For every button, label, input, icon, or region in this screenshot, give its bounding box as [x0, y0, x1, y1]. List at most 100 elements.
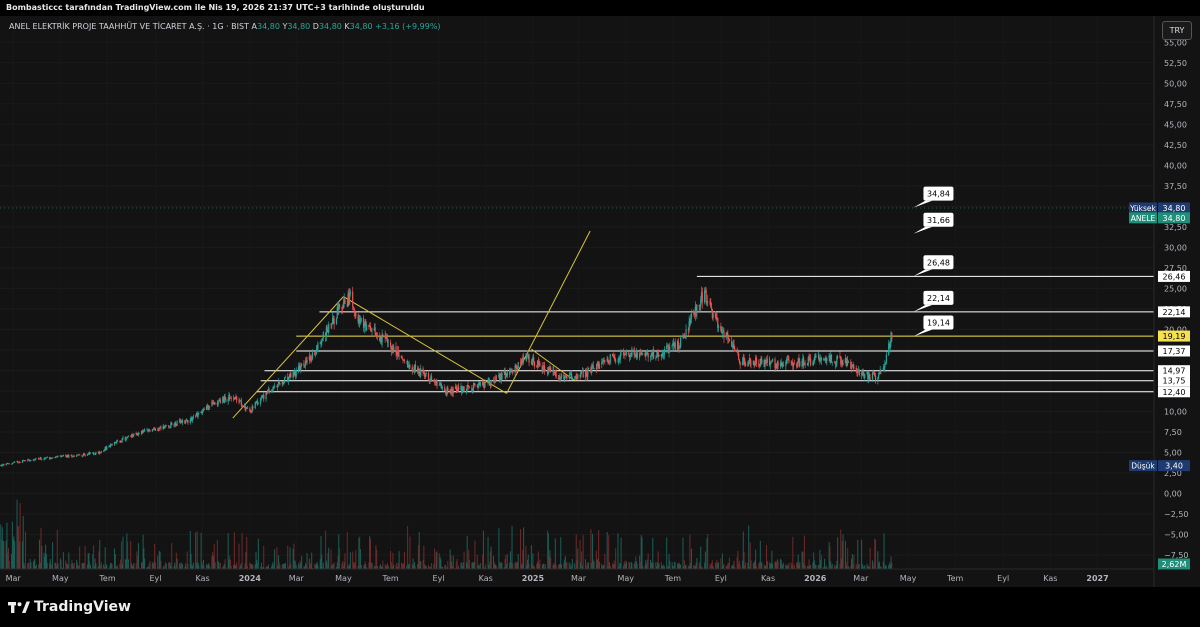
candle-body — [133, 433, 135, 436]
volume-bar — [57, 563, 59, 569]
candle-body — [229, 395, 231, 399]
candle-body — [189, 420, 191, 423]
candle-body — [839, 356, 841, 358]
candle-body — [771, 360, 773, 362]
candle-body — [11, 463, 13, 464]
candle-body — [738, 353, 740, 360]
candles — [0, 286, 893, 467]
candle-body — [813, 361, 815, 363]
candle-body — [73, 455, 75, 457]
candle-body — [271, 389, 273, 391]
time-tick-label: 2025 — [522, 574, 545, 583]
volume-bar — [674, 562, 676, 569]
candle-body — [587, 369, 589, 377]
price-tick-label: −5,00 — [1164, 531, 1189, 540]
candle-body — [565, 375, 567, 377]
currency-button[interactable]: TRY — [1162, 21, 1192, 40]
candle-body — [434, 379, 436, 383]
candle-body — [544, 370, 546, 372]
candle-body — [315, 349, 317, 354]
volume-bar — [407, 526, 409, 569]
candle-body — [236, 396, 238, 401]
candle-body — [322, 332, 324, 339]
volume-bar — [137, 543, 139, 569]
candle-body — [645, 355, 647, 357]
volume-bar — [474, 540, 476, 569]
volume-bar — [346, 531, 348, 569]
time-axis: Mar May Tem Eyl Kas 2024 Mar May Tem Eyl Kas 2025 Ma… — [6, 574, 1109, 583]
candle-body — [568, 375, 570, 379]
candle-body — [24, 460, 27, 462]
candle-body — [447, 387, 449, 392]
candle-body — [690, 318, 692, 323]
volume-bar — [528, 563, 530, 569]
candle-body — [342, 302, 345, 309]
volume-bar — [100, 562, 102, 569]
candle-body — [593, 368, 595, 369]
candle-body — [83, 453, 85, 455]
candle-body — [580, 370, 582, 377]
price-tick-label: 5,00 — [1164, 448, 1182, 457]
volume-bar — [690, 548, 692, 569]
candle-body — [553, 370, 555, 372]
candle-body — [468, 385, 470, 388]
candle-body — [861, 372, 863, 376]
candle-body — [463, 386, 465, 392]
candle-body — [386, 338, 389, 343]
candle-body — [494, 380, 496, 382]
candle-body — [639, 353, 641, 358]
candle-body — [609, 353, 611, 363]
level-value: 26,46 — [1163, 272, 1186, 281]
candle-body — [543, 365, 546, 371]
candle-body — [582, 370, 584, 378]
high-value: 34,80 — [287, 22, 311, 31]
candle-body — [873, 373, 875, 375]
volume-bar — [653, 562, 655, 569]
volume-bar — [517, 553, 519, 569]
candle-body — [671, 345, 673, 347]
volume-bar — [238, 543, 240, 569]
volume-bar — [487, 536, 489, 569]
volume-bar — [511, 525, 513, 569]
volume-bar — [431, 562, 433, 569]
candle-body — [566, 376, 568, 379]
candle-body — [30, 459, 32, 461]
volume-bar — [728, 557, 730, 569]
price-chart[interactable]: 34,8431,6626,4822,1419,14 55,0052,5050,0… — [0, 0, 1200, 627]
candle-body — [666, 345, 669, 347]
candle-body — [326, 326, 328, 331]
candle-body — [592, 365, 594, 369]
candle-body — [62, 455, 65, 456]
candle-body — [726, 332, 728, 336]
candle-body — [495, 376, 498, 378]
volume-bar — [122, 536, 124, 569]
candle-body — [682, 337, 684, 339]
candle-body — [436, 380, 438, 386]
level-value: 19,19 — [1163, 332, 1186, 341]
candle-body — [144, 429, 146, 431]
candle-body — [731, 345, 734, 347]
candle-body — [263, 394, 265, 400]
volume-bar — [171, 542, 173, 569]
candle-body — [344, 299, 346, 304]
volume-bar — [257, 538, 259, 569]
candle-body — [111, 444, 113, 445]
candle-body — [283, 382, 285, 384]
volume-bar — [263, 545, 265, 569]
candle-body — [452, 388, 454, 394]
candle-body — [240, 400, 242, 406]
candle-body — [122, 437, 124, 439]
time-tick-label: May — [335, 574, 352, 583]
candle-body — [858, 369, 860, 376]
candle-body — [750, 364, 752, 365]
price-tick-label: 52,50 — [1164, 59, 1187, 68]
candle-body — [560, 374, 563, 378]
tradingview-logo[interactable]: TradingView — [8, 598, 131, 616]
candle-body — [830, 354, 833, 363]
candle-body — [623, 352, 625, 355]
candle-body — [382, 334, 384, 336]
candle-body — [733, 344, 735, 349]
candle-body — [395, 346, 397, 353]
candle-body — [852, 364, 854, 367]
candle-body — [533, 357, 535, 362]
